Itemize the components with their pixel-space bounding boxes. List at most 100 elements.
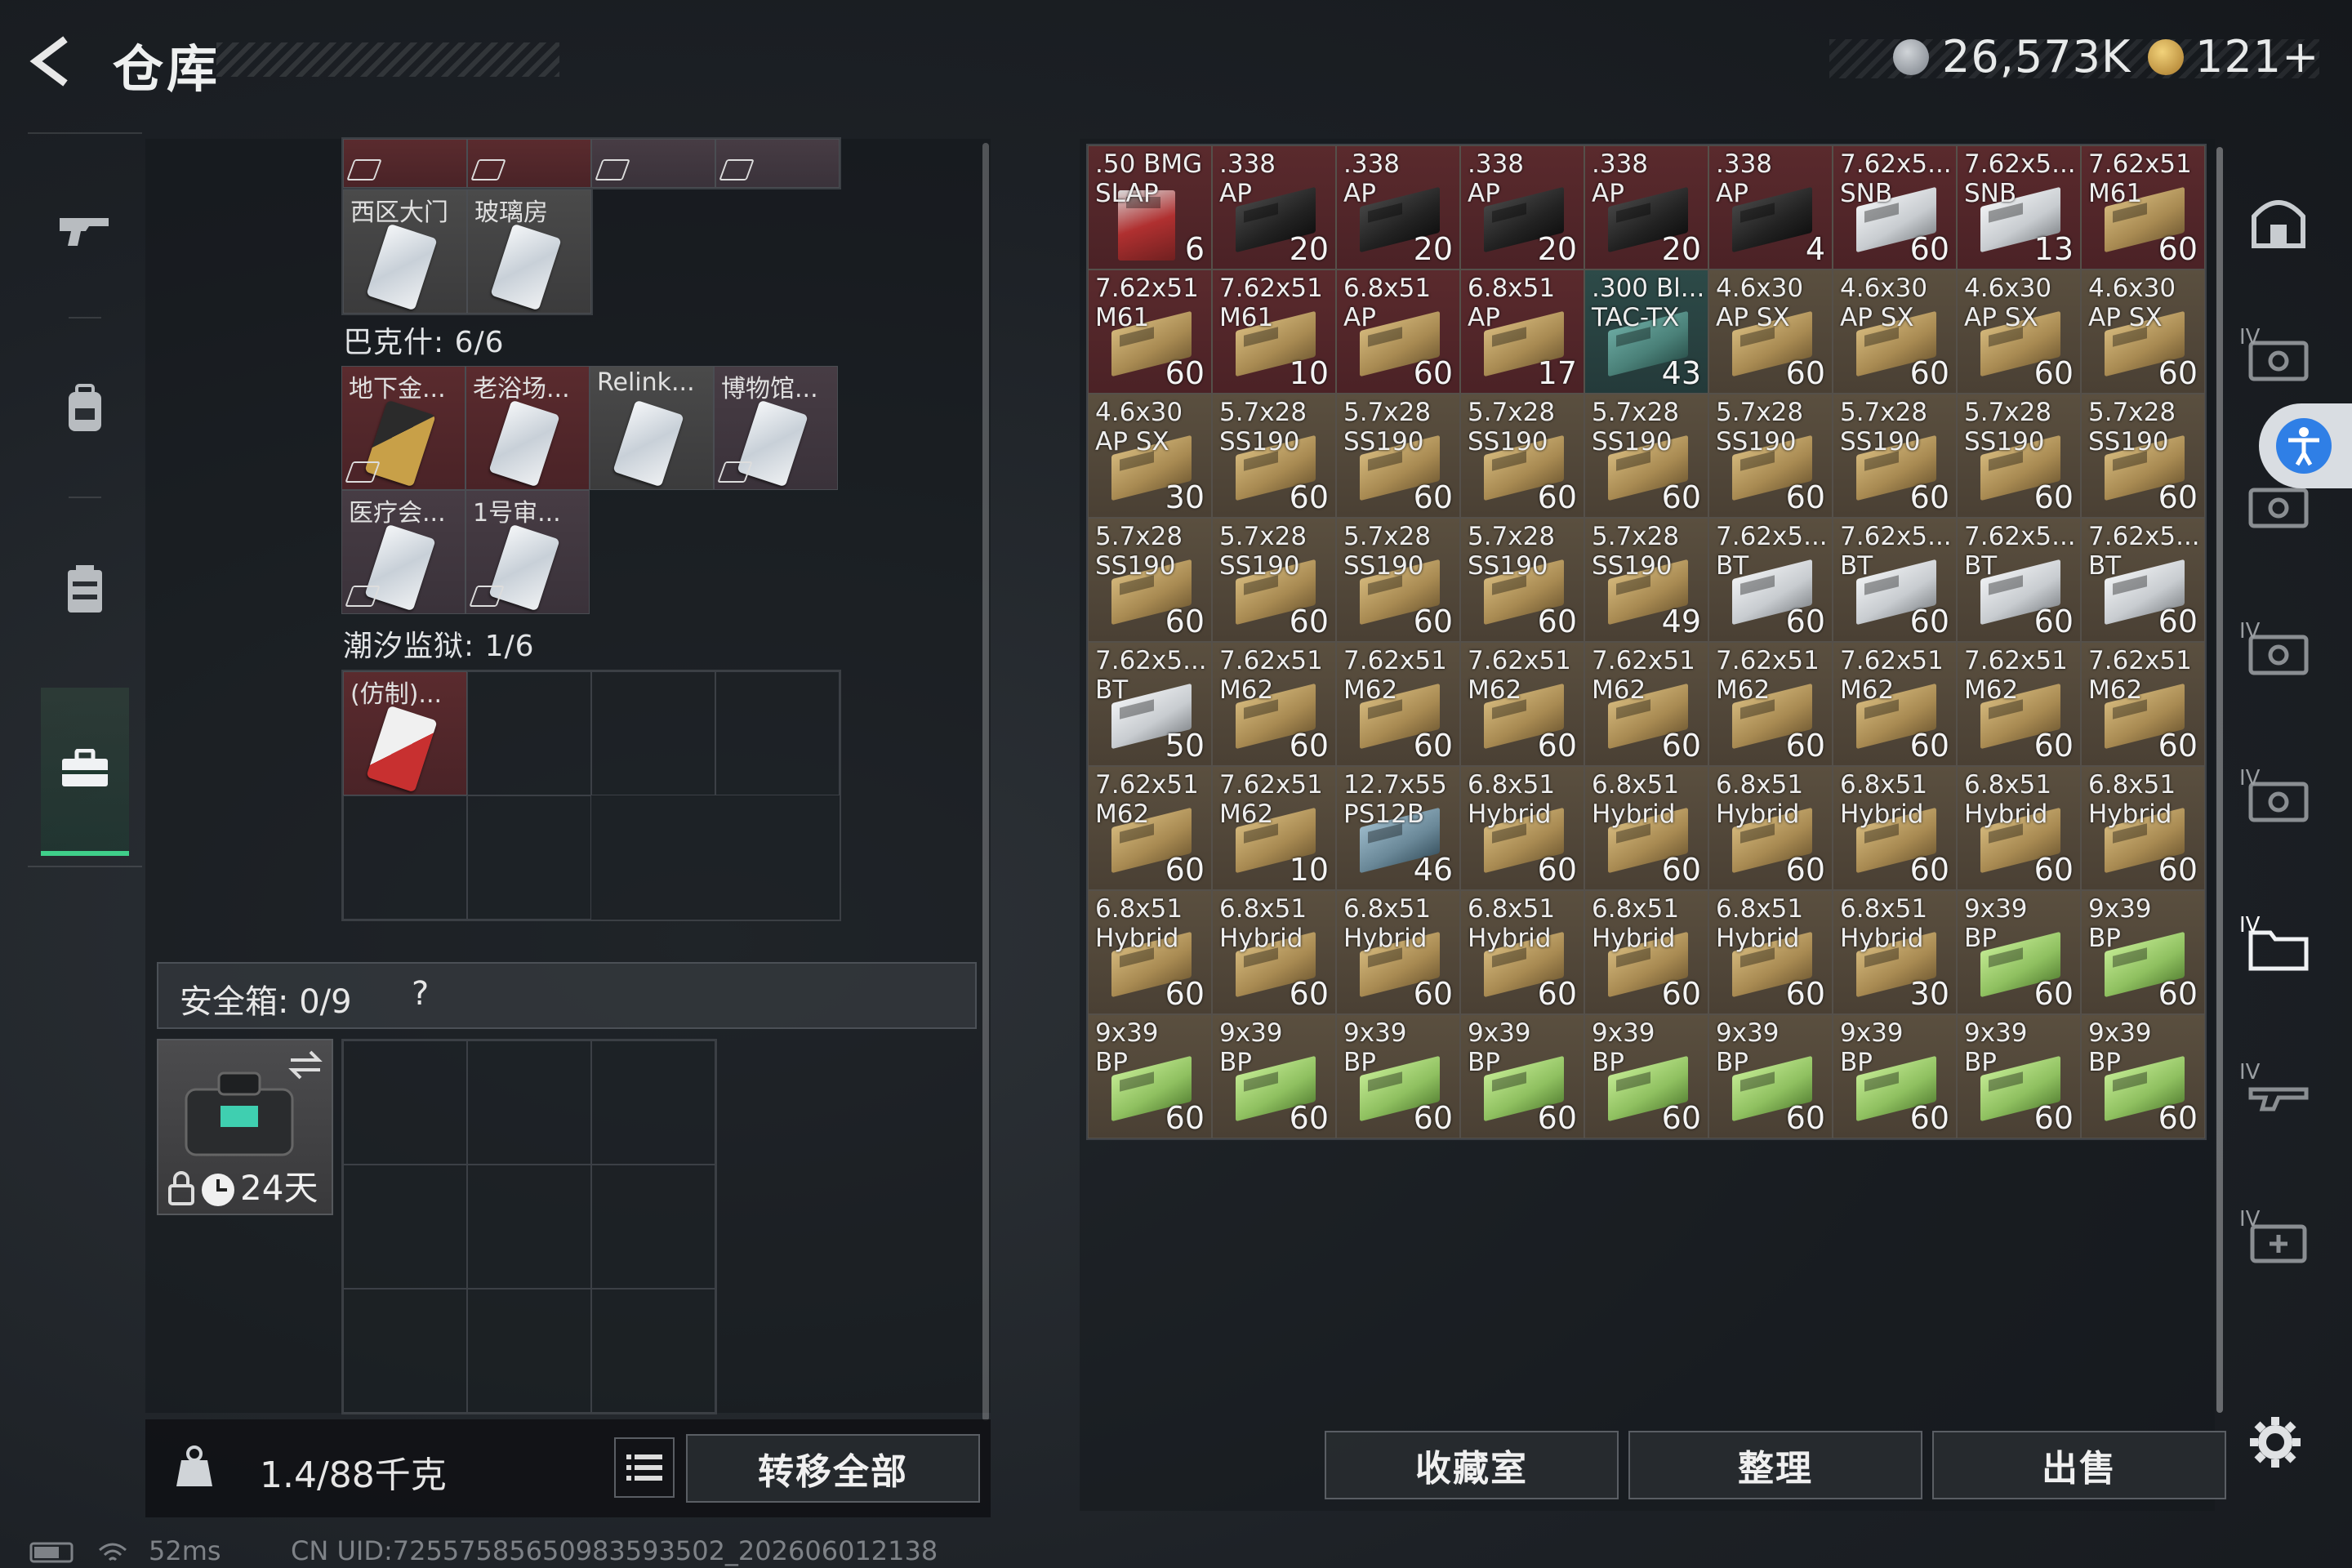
key-item[interactable]: 博物馆... [714,366,838,490]
ammo-item[interactable]: 9x39 BP 60 [1212,1014,1336,1138]
ammo-item[interactable]: 4.6x30 AP SX 60 [2081,270,2205,394]
ammo-item[interactable]: 5.7x28 SS190 60 [1212,394,1336,518]
stash-page-5[interactable]: IV [2230,751,2328,849]
ammo-item[interactable]: 7.62x5... BT 60 [1833,518,1957,642]
empty-slot[interactable] [343,795,467,920]
ammo-item[interactable]: 7.62x51 M62 10 [1212,766,1336,890]
ammo-item[interactable]: 5.7x28 SS190 60 [1833,394,1957,518]
nav-chest-rig[interactable] [28,508,142,671]
key-slot[interactable] [715,139,840,188]
help-icon[interactable]: ? [412,975,429,1013]
ammo-item[interactable]: 7.62x51 M61 60 [1088,270,1212,394]
ammo-item[interactable]: 5.7x28 SS190 60 [1708,394,1833,518]
key-item[interactable]: 医疗会... [341,490,466,614]
ammo-item[interactable]: 9x39 BP 60 [1957,890,2081,1014]
swap-icon[interactable] [287,1049,323,1081]
ammo-item[interactable]: 7.62x5... SNB 60 [1833,145,1957,270]
empty-slot[interactable] [467,1165,591,1289]
ammo-item[interactable]: 7.62x51 M62 60 [1460,642,1584,766]
ammo-item[interactable]: 6.8x51 Hybrid 60 [1088,890,1212,1014]
stash-page-keys-selected[interactable]: IV [2230,898,2328,996]
empty-slot[interactable] [343,1289,467,1413]
ammo-item[interactable]: 9x39 BP 60 [2081,1014,2205,1138]
empty-slot[interactable] [591,1165,715,1289]
ammo-item[interactable]: 5.7x28 SS190 60 [1212,518,1336,642]
ammo-item[interactable]: 7.62x51 M61 10 [1212,270,1336,394]
ammo-item[interactable]: .338 AP 20 [1584,145,1708,270]
ammo-item[interactable]: 6.8x51 Hybrid 60 [1584,766,1708,890]
ammo-item[interactable]: 6.8x51 Hybrid 60 [1212,890,1336,1014]
empty-slot[interactable] [343,1040,467,1165]
key-item[interactable]: 老浴场... [466,366,590,490]
ammo-item[interactable]: .50 BMG SLAP 6 [1088,145,1212,270]
ammo-item[interactable]: 5.7x28 SS190 60 [1460,394,1584,518]
empty-slot[interactable] [467,795,591,920]
ammo-item[interactable]: 6.8x51 Hybrid 60 [1957,766,2081,890]
ammo-item[interactable]: 6.8x51 Hybrid 60 [1460,890,1584,1014]
organize-button[interactable]: 整理 [1628,1431,1922,1499]
ammo-item[interactable]: 7.62x51 M62 60 [1708,642,1833,766]
ammo-item[interactable]: 9x39 BP 60 [1957,1014,2081,1138]
ammo-item[interactable]: 5.7x28 SS190 60 [2081,394,2205,518]
accessibility-button[interactable] [2259,403,2352,488]
ammo-item[interactable]: 7.62x5... SNB 13 [1957,145,2081,270]
ammo-item[interactable]: 7.62x51 M62 60 [1088,766,1212,890]
settings-button[interactable] [2243,1410,2308,1475]
ammo-item[interactable]: 7.62x51 M62 60 [1957,642,2081,766]
stash-page-main[interactable] [2230,172,2328,270]
empty-slot[interactable] [467,1040,591,1165]
ammo-item[interactable]: 9x39 BP 60 [1833,1014,1957,1138]
ammo-item[interactable]: .338 AP 20 [1336,145,1460,270]
collection-room-button[interactable]: 收藏室 [1325,1431,1619,1499]
ammo-item[interactable]: 4.6x30 AP SX 60 [1708,270,1833,394]
ammo-item[interactable]: 6.8x51 Hybrid 60 [2081,766,2205,890]
ammo-item[interactable]: 5.7x28 SS190 60 [1336,518,1460,642]
ammo-item[interactable]: 4.6x30 AP SX 30 [1088,394,1212,518]
ammo-item[interactable]: 9x39 BP 60 [1088,1014,1212,1138]
key-item[interactable]: 西区大门 [343,189,467,314]
key-item[interactable]: Relink... [590,366,714,490]
stash-page-2[interactable]: IV [2230,310,2328,408]
ammo-item[interactable]: .338 AP 20 [1460,145,1584,270]
ammo-item[interactable]: 6.8x51 Hybrid 60 [1833,766,1957,890]
key-slot[interactable] [467,139,591,188]
transfer-all-button[interactable]: 转移全部 [686,1434,980,1503]
back-button[interactable] [24,33,82,90]
ammo-item[interactable]: 5.7x28 SS190 60 [1584,394,1708,518]
ammo-item[interactable]: 12.7x55 PS12B 46 [1336,766,1460,890]
key-slot[interactable] [343,139,467,188]
ammo-item[interactable]: 6.8x51 Hybrid 60 [1708,766,1833,890]
stash-page-4[interactable]: IV [2230,604,2328,702]
ammo-item[interactable]: 7.62x51 M61 60 [2081,145,2205,270]
stash-page-7[interactable]: IV [2230,1045,2328,1143]
empty-slot[interactable] [591,1289,715,1413]
ammo-item[interactable]: 4.6x30 AP SX 60 [1957,270,2081,394]
safe-box-case[interactable]: 24天 [157,1039,333,1215]
ammo-item[interactable]: 5.7x28 SS190 49 [1584,518,1708,642]
ammo-item[interactable]: 4.6x30 AP SX 60 [1833,270,1957,394]
empty-slot[interactable] [591,1040,715,1165]
ammo-item[interactable]: 7.62x5... BT 50 [1088,642,1212,766]
stash-page-medical[interactable]: IV [2230,1192,2328,1290]
empty-slot[interactable] [467,1289,591,1413]
empty-slot[interactable] [467,671,591,795]
ammo-item[interactable]: 9x39 BP 60 [1584,1014,1708,1138]
list-view-button[interactable] [614,1437,675,1498]
sell-button[interactable]: 出售 [1932,1431,2226,1499]
key-item[interactable]: 1号审... [466,490,590,614]
ammo-item[interactable]: 7.62x51 M62 60 [1212,642,1336,766]
empty-slot[interactable] [343,1165,467,1289]
ammo-item[interactable]: 6.8x51 AP 60 [1336,270,1460,394]
ammo-item[interactable]: 7.62x51 M62 60 [1584,642,1708,766]
ammo-item[interactable]: 9x39 BP 60 [1708,1014,1833,1138]
stash-scrollbar[interactable] [2216,147,2223,1413]
ammo-item[interactable]: 5.7x28 SS190 60 [1957,394,2081,518]
ammo-item[interactable]: 9x39 BP 60 [1460,1014,1584,1138]
empty-slot[interactable] [715,671,840,795]
ammo-item[interactable]: 7.62x51 M62 60 [2081,642,2205,766]
ammo-item[interactable]: 6.8x51 Hybrid 60 [1584,890,1708,1014]
ammo-item[interactable]: 7.62x51 M62 60 [1833,642,1957,766]
ammo-item[interactable]: 6.8x51 Hybrid 60 [1336,890,1460,1014]
ammo-item[interactable]: 9x39 BP 60 [1336,1014,1460,1138]
ammo-item[interactable]: 5.7x28 SS190 60 [1088,518,1212,642]
